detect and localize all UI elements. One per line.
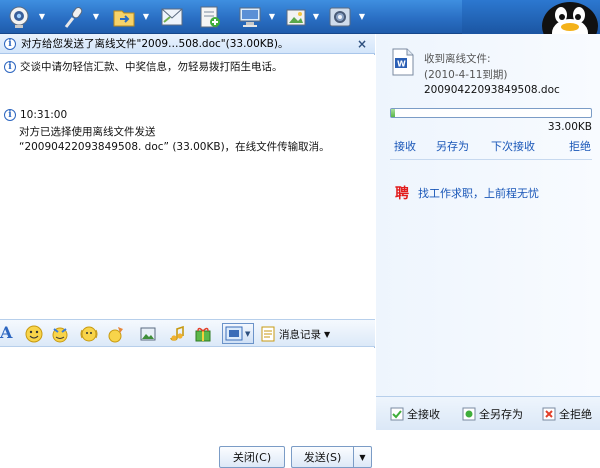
save-as-link[interactable]: 另存为 [436,138,469,154]
receive-later-link[interactable]: 下次接收 [491,138,535,154]
file-dropdown-arrow[interactable]: ▼ [142,13,150,21]
photo-dropdown-arrow[interactable]: ▼ [312,13,320,21]
reject-link[interactable]: 拒绝 [569,138,591,154]
job-ad-icon: 聘 [395,186,409,202]
email-icon[interactable] [154,3,190,31]
file-size: 33.00KB [547,121,592,133]
settings-icon[interactable] [322,3,358,31]
save-all-button[interactable]: 全另存为 [462,406,523,422]
main-toolbar: ▼ ▼ ▼ ▼ ▼ ▼ [0,0,600,34]
system-message-line: 对方已选择使用离线文件发送 [19,126,156,138]
transfer-progress-bar [390,108,592,118]
warning-message: i 交谈中请勿轻信汇款、中奖信息，勿轻易拨打陌生电话。 [4,59,283,74]
bulk-actions-bar: 全接收 全另存为 全拒绝 [376,396,600,430]
save-all-icon [462,407,476,421]
word-document-icon: W [392,48,414,76]
photo-icon[interactable] [278,3,314,31]
remote-assist-icon[interactable] [232,3,268,31]
receive-link[interactable]: 接收 [394,138,416,154]
app-add-icon[interactable] [192,3,228,31]
send-options-dropdown[interactable]: ▼ [353,446,372,468]
accept-all-icon [390,407,404,421]
accept-all-label: 全接收 [407,408,440,421]
progress-fill [391,109,395,117]
close-button[interactable]: 关闭(C) [219,446,285,468]
send-bar: 关闭(C) 发送(S) ▼ [0,418,375,468]
send-button[interactable]: 发送(S) [291,446,353,468]
music-icon[interactable] [166,324,186,344]
settings-dropdown-arrow[interactable]: ▼ [358,13,366,21]
screenshot-dropdown-arrow[interactable]: ▼ [245,330,250,338]
save-all-label: 全另存为 [479,408,523,421]
svg-text:W: W [397,60,406,69]
voice-call-icon[interactable] [56,3,92,31]
file-name: 20090422093849508.doc [424,84,560,96]
file-notice-text: 对方给您发送了离线文件"2009…508.doc"(33.00KB)。 [21,38,289,50]
remote-dropdown-arrow[interactable]: ▼ [268,13,276,21]
history-label: 消息记录 [279,328,321,341]
image-icon[interactable] [138,324,158,344]
send-button-label: 发送(S) [303,451,342,464]
reject-all-button[interactable]: 全拒绝 [542,406,592,422]
divider [390,159,592,160]
info-icon: i [4,109,16,121]
voice-dropdown-arrow[interactable]: ▼ [92,13,100,21]
voice-message-icon[interactable] [106,324,126,344]
system-message-line: “20090422093849508. doc” (33.00KB)，在线文件传… [19,141,330,153]
send-file-icon[interactable] [106,3,142,31]
warning-text: 交谈中请勿轻信汇款、中奖信息，勿轻易拨打陌生电话。 [20,61,283,73]
shake-window-icon[interactable] [79,324,99,344]
message-time: 10:31:00 [20,109,68,121]
gift-icon[interactable] [193,324,213,344]
info-icon: i [4,37,16,50]
file-transfer-panel: W 收到离线文件: (2010-4-11到期) 2009042209384950… [376,34,600,430]
message-history-button[interactable]: 消息记录 ▼ [260,325,330,343]
video-dropdown-arrow[interactable]: ▼ [38,13,46,21]
magic-emoticon-icon[interactable] [50,324,70,344]
screen-capture-icon [225,326,243,341]
font-icon[interactable]: A [0,323,12,342]
reject-all-label: 全拒绝 [559,408,592,421]
qq-penguin-logo [462,0,600,34]
timestamp-line: i 10:31:00 [4,109,67,121]
transfer-heading: 收到离线文件: [424,53,491,65]
chevron-down-icon: ▼ [324,329,331,339]
reject-all-icon [542,407,556,421]
screenshot-button[interactable]: ▼ [222,323,254,344]
message-history: i 交谈中请勿轻信汇款、中奖信息，勿轻易拨打陌生电话。 i 10:31:00 对… [0,55,375,319]
accept-all-button[interactable]: 全接收 [390,406,440,422]
close-button-label: 关闭(C) [232,451,272,464]
job-ad-link[interactable]: 找工作求职，上前程无忧 [418,185,539,201]
file-notice-bar: i 对方给您发送了离线文件"2009…508.doc"(33.00KB)。 × [0,34,375,54]
close-icon[interactable]: × [357,37,367,51]
info-icon: i [4,60,16,73]
history-icon [261,326,275,342]
format-toolbar: A ▼ 消息记录 ▼ [0,319,375,347]
video-call-icon[interactable] [2,3,38,31]
expiry-date: (2010-4-11到期) [424,69,508,81]
message-input[interactable] [0,348,375,418]
emoticon-icon[interactable] [24,324,44,344]
chat-panel: i 对方给您发送了离线文件"2009…508.doc"(33.00KB)。 × … [0,34,375,468]
